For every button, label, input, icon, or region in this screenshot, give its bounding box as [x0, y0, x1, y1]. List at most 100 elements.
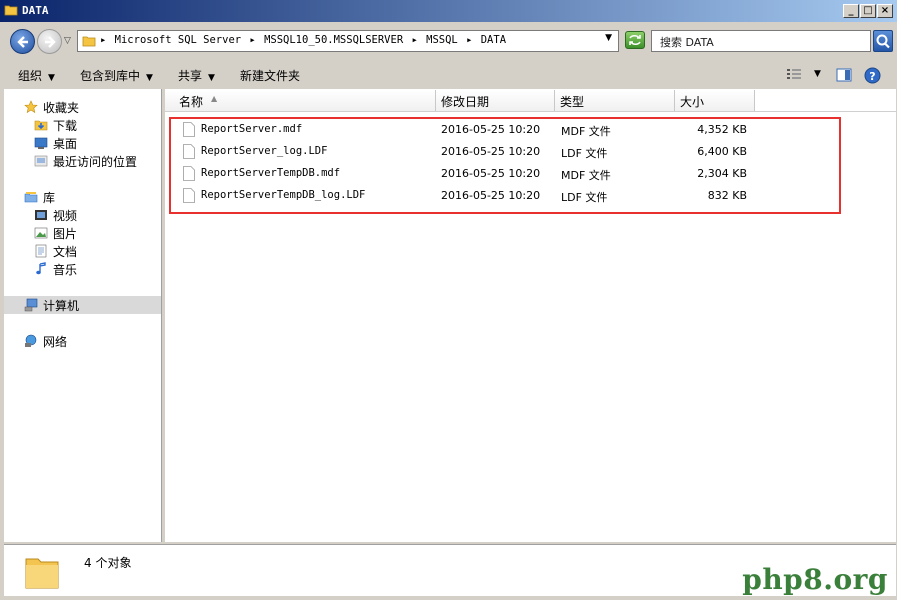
sort-ascending-icon: ▲	[211, 94, 218, 103]
file-size: 832 KB	[707, 189, 747, 202]
file-size: 4,352 KB	[697, 123, 747, 136]
file-date: 2016-05-25 10:20	[441, 123, 541, 136]
video-icon	[35, 210, 47, 220]
breadcrumb-separator: ▸	[249, 34, 256, 46]
folder-icon	[82, 36, 96, 47]
new-folder-button[interactable]: 新建文件夹	[240, 67, 300, 84]
file-icon	[183, 188, 195, 203]
breadcrumb-item[interactable]: MSSQL	[426, 34, 458, 46]
documents-icon	[35, 244, 47, 258]
pictures-icon	[34, 227, 48, 239]
forward-button[interactable]	[37, 29, 62, 54]
breadcrumb-separator: ▸	[466, 34, 473, 46]
file-name: ReportServer_log.LDF	[201, 145, 328, 157]
nav-music[interactable]: 音乐	[34, 261, 77, 278]
desktop-icon	[34, 137, 48, 149]
organize-button[interactable]: 组织 ▼	[18, 67, 55, 84]
column-header-size[interactable]: 大小	[675, 90, 755, 111]
nav-pictures[interactable]: 图片	[34, 225, 77, 242]
minimize-button[interactable]: _	[843, 4, 859, 18]
search-input[interactable]: 搜索 DATA	[651, 30, 871, 52]
back-button[interactable]	[10, 29, 35, 54]
column-header-date-label: 修改日期	[441, 95, 490, 109]
new-folder-label: 新建文件夹	[240, 69, 301, 83]
column-header-type-label: 类型	[560, 95, 585, 109]
close-button[interactable]: ×	[877, 4, 893, 18]
organize-label: 组织	[18, 69, 43, 83]
nav-recent[interactable]: 最近访问的位置	[34, 153, 137, 170]
window-title: DATA	[22, 4, 49, 17]
help-icon[interactable]: ?	[864, 67, 881, 84]
preview-pane-icon[interactable]	[836, 67, 852, 83]
column-header-name-label: 名称	[179, 95, 204, 109]
file-name: ReportServerTempDB.mdf	[201, 167, 341, 179]
navigation-pane: 收藏夹 下载 桌面 最近访问的位置 库 视频 图片 文档 音乐 计算机 网络	[4, 89, 162, 542]
nav-computer-label: 计算机	[43, 299, 80, 313]
breadcrumb-separator: ▸	[411, 34, 418, 46]
file-icon	[183, 144, 195, 159]
file-type: MDF 文件	[561, 169, 611, 182]
header-divider	[165, 111, 896, 112]
file-size: 6,400 KB	[697, 145, 747, 158]
nav-documents[interactable]: 文档	[34, 243, 77, 260]
chevron-down-icon: ▼	[208, 73, 215, 83]
view-options-icon[interactable]	[786, 67, 802, 81]
command-bar: 组织 ▼ 包含到库中 ▼ 共享 ▼ 新建文件夹 ▼ ?	[0, 60, 897, 89]
search-placeholder: 搜索 DATA	[660, 36, 714, 49]
nav-videos[interactable]: 视频	[34, 207, 77, 224]
file-date: 2016-05-25 10:20	[441, 167, 541, 180]
nav-computer[interactable]: 计算机	[24, 297, 79, 314]
search-button[interactable]	[873, 30, 893, 52]
nav-documents-label: 文档	[53, 245, 78, 259]
search-icon	[876, 34, 890, 49]
file-type: LDF 文件	[561, 147, 608, 160]
file-icon	[183, 122, 195, 137]
title-bar: DATA _ □ ×	[0, 0, 897, 22]
file-date: 2016-05-25 10:20	[441, 189, 541, 202]
nav-network[interactable]: 网络	[24, 333, 67, 350]
nav-downloads[interactable]: 下载	[34, 117, 77, 134]
address-dropdown-icon[interactable]: ▼	[605, 33, 612, 43]
file-type: LDF 文件	[561, 191, 608, 204]
column-header-date[interactable]: 修改日期	[436, 90, 555, 111]
back-arrow-icon	[17, 36, 28, 48]
star-icon	[24, 100, 38, 114]
nav-downloads-label: 下载	[53, 119, 78, 133]
refresh-icon	[629, 34, 641, 46]
nav-desktop-label: 桌面	[53, 137, 78, 151]
nav-libraries[interactable]: 库	[24, 189, 55, 206]
nav-libraries-label: 库	[43, 191, 56, 205]
column-header-size-label: 大小	[680, 95, 705, 109]
nav-music-label: 音乐	[53, 263, 78, 277]
breadcrumb-item[interactable]: MSSQL10_50.MSSQLSERVER	[264, 34, 403, 46]
item-count: 4 个对象	[84, 556, 132, 570]
breadcrumb: ▸ Microsoft SQL Server ▸ MSSQL10_50.MSSQ…	[100, 34, 508, 46]
view-dropdown-icon[interactable]: ▼	[814, 69, 821, 79]
library-icon	[24, 192, 38, 203]
column-header-name[interactable]: 名称 ▲	[165, 90, 436, 111]
file-list-pane: 名称 ▲ 修改日期 类型 大小 ReportServer.mdf 2016-05…	[165, 89, 896, 542]
history-dropdown-icon[interactable]: ▽	[64, 36, 71, 46]
address-bar[interactable]: ▸ Microsoft SQL Server ▸ MSSQL10_50.MSSQ…	[77, 30, 619, 52]
breadcrumb-item[interactable]: DATA	[481, 34, 506, 46]
forward-arrow-icon	[45, 36, 56, 48]
watermark: php8.org	[742, 563, 888, 596]
music-icon	[36, 262, 46, 275]
file-type: MDF 文件	[561, 125, 611, 138]
breadcrumb-item[interactable]: Microsoft SQL Server	[115, 34, 241, 46]
breadcrumb-separator: ▸	[100, 34, 107, 46]
share-button[interactable]: 共享 ▼	[178, 67, 215, 84]
include-in-library-label: 包含到库中	[80, 69, 141, 83]
details-pane: 4 个对象 php8.org	[4, 544, 896, 596]
computer-icon	[24, 298, 38, 312]
share-label: 共享	[178, 69, 203, 83]
nav-favorites[interactable]: 收藏夹	[24, 99, 79, 116]
file-name: ReportServerTempDB_log.LDF	[201, 189, 366, 201]
nav-desktop[interactable]: 桌面	[34, 135, 77, 152]
nav-pictures-label: 图片	[53, 227, 78, 241]
maximize-button[interactable]: □	[860, 4, 876, 18]
folder-icon	[4, 5, 18, 16]
include-in-library-button[interactable]: 包含到库中 ▼	[80, 67, 153, 84]
refresh-button[interactable]	[625, 31, 645, 49]
column-header-type[interactable]: 类型	[555, 90, 675, 111]
